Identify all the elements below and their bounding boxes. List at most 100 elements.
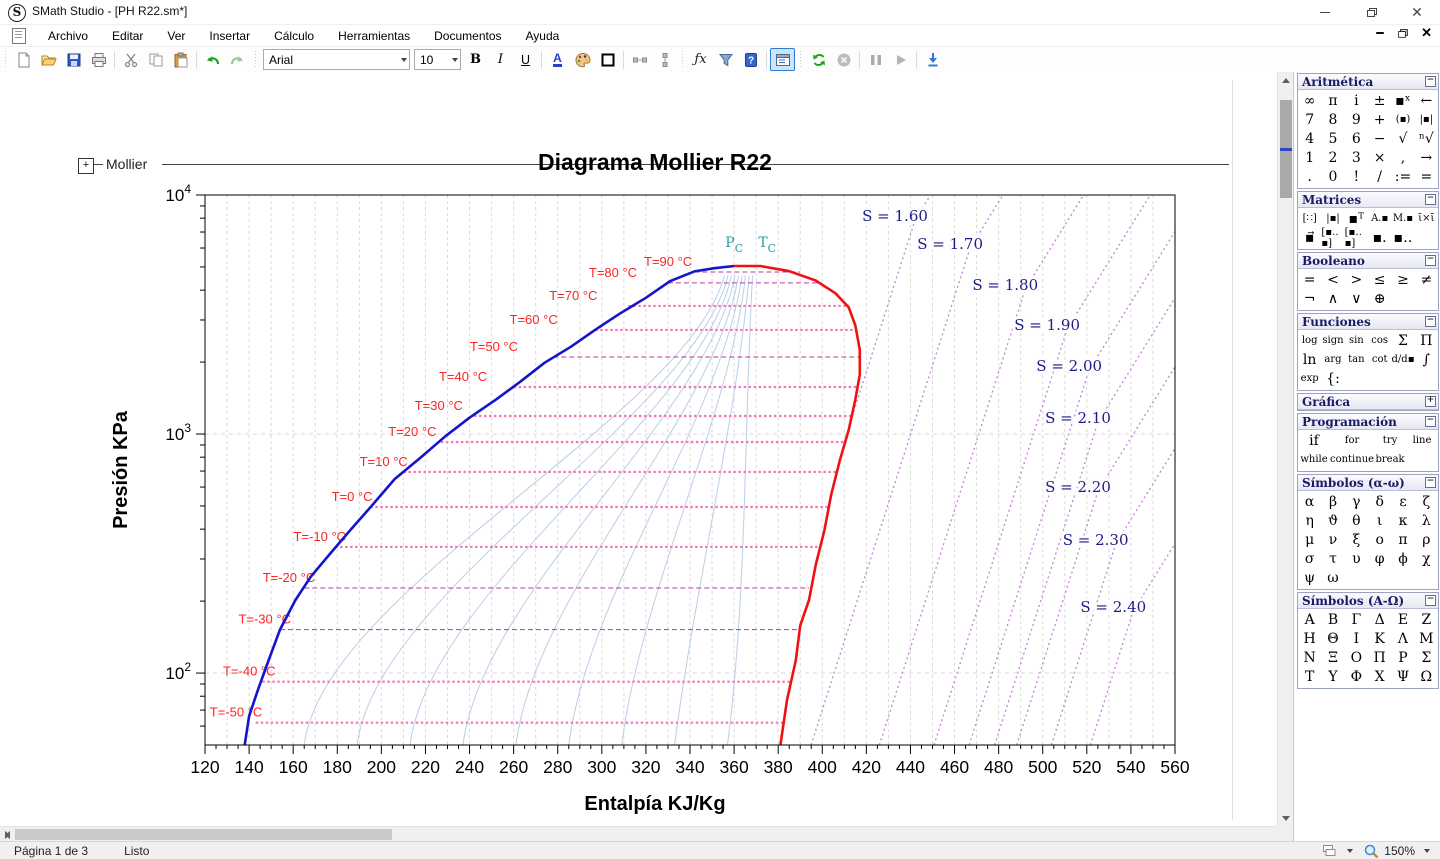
palette-item[interactable]: ▪ᵀ [1345, 209, 1368, 228]
collapse-icon[interactable]: − [1425, 595, 1436, 606]
pause-button[interactable] [863, 48, 888, 71]
palette-item[interactable]: ϕ [1391, 549, 1414, 568]
palette-item[interactable]: ϑ [1321, 511, 1344, 530]
palette-item[interactable]: Δ [1368, 610, 1391, 629]
palette-item[interactable]: 8 [1321, 110, 1344, 129]
palette-item[interactable]: . [1298, 167, 1321, 186]
palette-item[interactable]: ρ [1415, 530, 1438, 549]
palette-item[interactable]: ∫ [1415, 350, 1438, 369]
recalculate-button[interactable] [806, 48, 831, 71]
palette-item[interactable]: Γ [1345, 610, 1368, 629]
stop-button[interactable] [831, 48, 856, 71]
palette-item[interactable]: [▪‥▪] [1321, 228, 1344, 247]
palette-item[interactable]: (▪) [1391, 110, 1414, 129]
step-button[interactable] [920, 48, 945, 71]
palette-item[interactable]: ▪⃗ [1298, 228, 1321, 247]
palette-item[interactable]: ! [1345, 167, 1368, 186]
font-family-select[interactable]: Arial [263, 49, 410, 70]
palette-item[interactable]: ψ [1298, 568, 1321, 587]
worksheet-canvas[interactable]: + Mollier T=90 °CT=80 °CT=70 °CT=60 °CT=… [0, 72, 1277, 826]
panel-header[interactable]: Booleano− [1298, 253, 1438, 269]
side-panel-toggle-button[interactable] [770, 48, 795, 71]
palette-item[interactable]: τ [1321, 549, 1344, 568]
palette-item[interactable]: arg [1321, 350, 1344, 369]
palette-item[interactable]: × [1368, 148, 1391, 167]
expand-icon[interactable]: + [1425, 396, 1436, 407]
palette-item[interactable]: cot [1368, 350, 1391, 369]
palette-item[interactable]: Μ [1415, 629, 1438, 648]
font-color-button[interactable]: A [545, 48, 570, 71]
chevron-down-icon[interactable] [1347, 849, 1353, 853]
palette-item[interactable]: Χ [1368, 667, 1391, 686]
horizontal-spacing-button[interactable] [627, 48, 652, 71]
palette-item[interactable]: Ρ [1391, 648, 1414, 667]
panel-header[interactable]: Funciones− [1298, 314, 1438, 330]
palette-item[interactable]: δ [1368, 492, 1391, 511]
filter-button[interactable] [713, 48, 738, 71]
palette-item[interactable]: − [1368, 129, 1391, 148]
palette-item[interactable]: Σ [1391, 331, 1414, 350]
palette-item[interactable]: Π [1368, 648, 1391, 667]
palette-item[interactable]: √ [1391, 129, 1414, 148]
palette-item[interactable]: Α [1298, 610, 1321, 629]
palette-item[interactable]: {: [1321, 369, 1344, 388]
palette-item[interactable]: Β [1321, 610, 1344, 629]
palette-item[interactable]: Η [1298, 629, 1321, 648]
collapse-icon[interactable]: − [1425, 194, 1436, 205]
horizontal-scrollbar[interactable] [0, 826, 1277, 842]
palette-item[interactable]: sign [1321, 331, 1344, 350]
collapse-icon[interactable]: − [1425, 416, 1436, 427]
palette-item[interactable]: ln [1298, 350, 1321, 369]
collapse-icon[interactable]: − [1425, 76, 1436, 87]
palette-item[interactable]: 6 [1345, 129, 1368, 148]
palette-item[interactable]: ← [1415, 91, 1438, 110]
italic-button[interactable]: I [488, 48, 513, 71]
palette-item[interactable]: tan [1345, 350, 1368, 369]
palette-item[interactable]: β [1321, 492, 1344, 511]
palette-item[interactable]: Ψ [1391, 667, 1414, 686]
palette-item[interactable]: Λ [1391, 629, 1414, 648]
menu-documentos[interactable]: Documentos [422, 27, 513, 45]
palette-item[interactable]: Ι [1345, 629, 1368, 648]
palette-item[interactable]: ▪. [1368, 228, 1391, 247]
palette-item[interactable]: 9 [1345, 110, 1368, 129]
palette-item[interactable]: λ [1415, 511, 1438, 530]
palette-item[interactable]: φ [1368, 549, 1391, 568]
palette-item[interactable]: i [1345, 91, 1368, 110]
minimize-button[interactable] [1302, 0, 1348, 24]
palette-item[interactable]: if [1298, 431, 1330, 450]
palette-item[interactable]: cos [1368, 331, 1391, 350]
zoom-magnifier-icon[interactable] [1363, 843, 1380, 859]
palette-item[interactable]: > [1345, 270, 1368, 289]
paste-button[interactable] [168, 48, 193, 71]
menu-insertar[interactable]: Insertar [197, 27, 262, 45]
palette-item[interactable]: ῑ×ῑ [1415, 209, 1438, 228]
collapse-icon[interactable]: − [1425, 477, 1436, 488]
menu-calculo[interactable]: Cálculo [262, 27, 326, 45]
palette-item[interactable]: ¬ [1298, 289, 1321, 308]
cut-button[interactable] [118, 48, 143, 71]
palette-item[interactable]: ⊕ [1368, 289, 1391, 308]
palette-item[interactable]: 7 [1298, 110, 1321, 129]
palette-item[interactable]: θ [1345, 511, 1368, 530]
palette-item[interactable]: Ν [1298, 648, 1321, 667]
palette-item[interactable]: ∧ [1321, 289, 1344, 308]
palette-item[interactable]: Σ [1415, 648, 1438, 667]
palette-item[interactable]: log [1298, 331, 1321, 350]
horizontal-scroll-thumb[interactable] [15, 829, 392, 840]
palette-item[interactable]: |▪| [1415, 110, 1438, 129]
close-button[interactable]: ✕ [1394, 0, 1440, 24]
palette-item[interactable]: Ε [1391, 610, 1414, 629]
palette-item[interactable]: η [1298, 511, 1321, 530]
palette-item[interactable]: ∨ [1345, 289, 1368, 308]
palette-item[interactable]: break [1374, 450, 1406, 469]
palette-item[interactable]: line [1406, 431, 1438, 450]
menu-herramientas[interactable]: Herramientas [326, 27, 422, 45]
palette-item[interactable]: := [1391, 167, 1414, 186]
palette-item[interactable]: 4 [1298, 129, 1321, 148]
font-size-select[interactable]: 10 [414, 49, 461, 70]
palette-item[interactable]: ∞ [1298, 91, 1321, 110]
palette-item[interactable]: ι [1368, 511, 1391, 530]
print-button[interactable] [86, 48, 111, 71]
function-button[interactable]: ƒx [688, 48, 713, 71]
